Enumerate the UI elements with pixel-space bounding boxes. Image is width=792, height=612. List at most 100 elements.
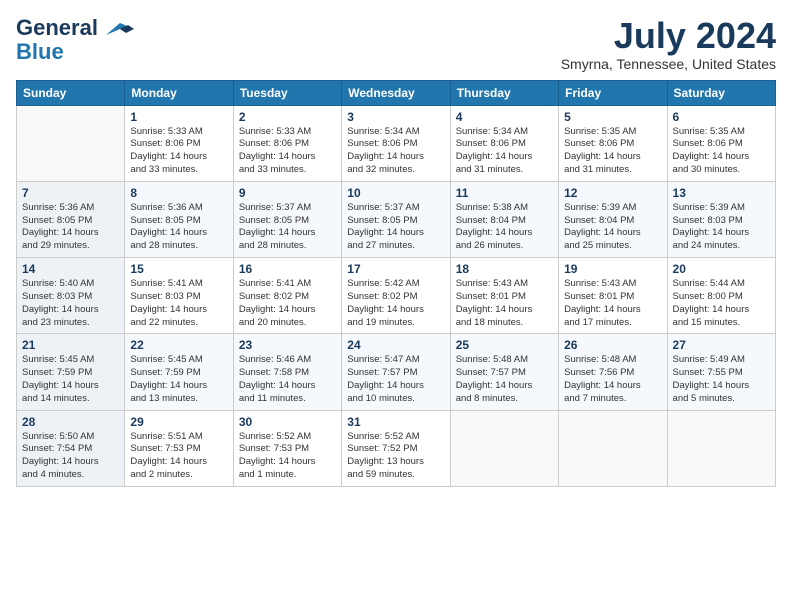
day-number: 16 (239, 262, 336, 276)
day-number: 12 (564, 186, 661, 200)
day-info: Sunrise: 5:33 AMSunset: 8:06 PMDaylight:… (239, 126, 336, 177)
day-number: 10 (347, 186, 444, 200)
calendar-cell (559, 410, 667, 486)
calendar-cell: 25Sunrise: 5:48 AMSunset: 7:57 PMDayligh… (450, 334, 558, 410)
weekday-header: Tuesday (233, 80, 341, 105)
day-number: 15 (130, 262, 227, 276)
calendar-week-row: 7 Sunrise: 5:36 AMSunset: 8:05 PMDaylight… (17, 181, 776, 257)
calendar-cell: 18 Sunrise: 5:43 AMSunset: 8:01 PMDayligh… (450, 258, 558, 334)
calendar-week-row: 21 Sunrise: 5:45 AMSunset: 7:59 PMDayligh… (17, 334, 776, 410)
day-number: 18 (456, 262, 553, 276)
weekday-header: Friday (559, 80, 667, 105)
day-number: 22 (130, 338, 227, 352)
calendar-cell: 14 Sunrise: 5:40 AMSunset: 8:03 PMDayligh… (17, 258, 125, 334)
day-number: 8 (130, 186, 227, 200)
day-info: Sunrise: 5:33 AMSunset: 8:06 PMDaylight:… (130, 126, 227, 177)
calendar-cell: 6 Sunrise: 5:35 AMSunset: 8:06 PMDaylight… (667, 105, 775, 181)
calendar-cell: 17Sunrise: 5:42 AMSunset: 8:02 PMDayligh… (342, 258, 450, 334)
day-info: Sunrise: 5:43 AMSunset: 8:01 PMDaylight:… (564, 278, 661, 329)
calendar-cell: 16 Sunrise: 5:41 AMSunset: 8:02 PMDayligh… (233, 258, 341, 334)
day-number: 29 (130, 415, 227, 429)
day-number: 27 (673, 338, 770, 352)
day-info: Sunrise: 5:52 AMSunset: 7:52 PMDaylight:… (347, 431, 444, 482)
day-number: 14 (22, 262, 119, 276)
day-info: Sunrise: 5:45 AMSunset: 7:59 PMDaylight:… (130, 354, 227, 405)
calendar-cell: 5Sunrise: 5:35 AMSunset: 8:06 PMDaylight… (559, 105, 667, 181)
day-info: Sunrise: 5:42 AMSunset: 8:02 PMDaylight:… (347, 278, 444, 329)
day-number: 5 (564, 110, 661, 124)
logo-blue: Blue (16, 40, 64, 64)
day-number: 23 (239, 338, 336, 352)
day-info: Sunrise: 5:37 AMSunset: 8:05 PMDaylight:… (239, 202, 336, 253)
day-info: Sunrise: 5:39 AMSunset: 8:04 PMDaylight:… (564, 202, 661, 253)
day-number: 26 (564, 338, 661, 352)
day-info: Sunrise: 5:50 AMSunset: 7:54 PMDaylight:… (22, 431, 119, 482)
calendar-cell: 3 Sunrise: 5:34 AMSunset: 8:06 PMDaylight… (342, 105, 450, 181)
calendar-cell: 28Sunrise: 5:50 AMSunset: 7:54 PMDayligh… (17, 410, 125, 486)
day-number: 20 (673, 262, 770, 276)
day-number: 4 (456, 110, 553, 124)
day-number: 1 (130, 110, 227, 124)
calendar-cell: 12 Sunrise: 5:39 AMSunset: 8:04 PMDayligh… (559, 181, 667, 257)
location: Smyrna, Tennessee, United States (561, 56, 776, 72)
calendar-cell (667, 410, 775, 486)
day-number: 19 (564, 262, 661, 276)
day-number: 31 (347, 415, 444, 429)
day-info: Sunrise: 5:41 AMSunset: 8:02 PMDaylight:… (239, 278, 336, 329)
calendar-cell: 23 Sunrise: 5:46 AMSunset: 7:58 PMDayligh… (233, 334, 341, 410)
calendar-week-row: 28Sunrise: 5:50 AMSunset: 7:54 PMDayligh… (17, 410, 776, 486)
day-number: 6 (673, 110, 770, 124)
day-info: Sunrise: 5:49 AMSunset: 7:55 PMDaylight:… (673, 354, 770, 405)
calendar-cell: 27 Sunrise: 5:49 AMSunset: 7:55 PMDayligh… (667, 334, 775, 410)
day-number: 30 (239, 415, 336, 429)
logo-general: General (16, 15, 98, 40)
day-number: 24 (347, 338, 444, 352)
logo: General Blue (16, 16, 134, 64)
day-number: 7 (22, 186, 119, 200)
calendar-header-row: SundayMondayTuesdayWednesdayThursdayFrid… (17, 80, 776, 105)
calendar-cell: 19 Sunrise: 5:43 AMSunset: 8:01 PMDayligh… (559, 258, 667, 334)
day-number: 9 (239, 186, 336, 200)
day-info: Sunrise: 5:38 AMSunset: 8:04 PMDaylight:… (456, 202, 553, 253)
weekday-header: Sunday (17, 80, 125, 105)
logo-bird-icon (106, 21, 134, 37)
day-info: Sunrise: 5:46 AMSunset: 7:58 PMDaylight:… (239, 354, 336, 405)
day-number: 3 (347, 110, 444, 124)
day-info: Sunrise: 5:36 AMSunset: 8:05 PMDaylight:… (130, 202, 227, 253)
calendar-cell: 11 Sunrise: 5:38 AMSunset: 8:04 PMDayligh… (450, 181, 558, 257)
calendar-cell: 31 Sunrise: 5:52 AMSunset: 7:52 PMDayligh… (342, 410, 450, 486)
calendar-cell: 4Sunrise: 5:34 AMSunset: 8:06 PMDaylight… (450, 105, 558, 181)
day-info: Sunrise: 5:37 AMSunset: 8:05 PMDaylight:… (347, 202, 444, 253)
weekday-header: Wednesday (342, 80, 450, 105)
calendar-cell: 30 Sunrise: 5:52 AMSunset: 7:53 PMDayligh… (233, 410, 341, 486)
month-title: July 2024 (561, 16, 776, 56)
calendar-table: SundayMondayTuesdayWednesdayThursdayFrid… (16, 80, 776, 487)
day-info: Sunrise: 5:40 AMSunset: 8:03 PMDaylight:… (22, 278, 119, 329)
day-info: Sunrise: 5:41 AMSunset: 8:03 PMDaylight:… (130, 278, 227, 329)
day-number: 13 (673, 186, 770, 200)
day-number: 11 (456, 186, 553, 200)
day-info: Sunrise: 5:51 AMSunset: 7:53 PMDaylight:… (130, 431, 227, 482)
day-number: 21 (22, 338, 119, 352)
calendar-cell (17, 105, 125, 181)
calendar-cell: 24 Sunrise: 5:47 AMSunset: 7:57 PMDayligh… (342, 334, 450, 410)
calendar-cell (450, 410, 558, 486)
day-info: Sunrise: 5:43 AMSunset: 8:01 PMDaylight:… (456, 278, 553, 329)
calendar-cell: 9 Sunrise: 5:37 AMSunset: 8:05 PMDaylight… (233, 181, 341, 257)
weekday-header: Monday (125, 80, 233, 105)
day-info: Sunrise: 5:34 AMSunset: 8:06 PMDaylight:… (347, 126, 444, 177)
calendar-cell: 8 Sunrise: 5:36 AMSunset: 8:05 PMDaylight… (125, 181, 233, 257)
calendar-cell: 10 Sunrise: 5:37 AMSunset: 8:05 PMDayligh… (342, 181, 450, 257)
day-number: 25 (456, 338, 553, 352)
day-info: Sunrise: 5:52 AMSunset: 7:53 PMDaylight:… (239, 431, 336, 482)
day-info: Sunrise: 5:47 AMSunset: 7:57 PMDaylight:… (347, 354, 444, 405)
calendar-cell: 22 Sunrise: 5:45 AMSunset: 7:59 PMDayligh… (125, 334, 233, 410)
calendar-week-row: 1 Sunrise: 5:33 AMSunset: 8:06 PMDaylight… (17, 105, 776, 181)
calendar-cell: 21Sunrise: 5:45 AMSunset: 7:59 PMDayligh… (17, 334, 125, 410)
calendar-cell: 1 Sunrise: 5:33 AMSunset: 8:06 PMDaylight… (125, 105, 233, 181)
title-block: July 2024 Smyrna, Tennessee, United Stat… (561, 16, 776, 72)
day-info: Sunrise: 5:44 AMSunset: 8:00 PMDaylight:… (673, 278, 770, 329)
weekday-header: Saturday (667, 80, 775, 105)
weekday-header: Thursday (450, 80, 558, 105)
day-info: Sunrise: 5:35 AMSunset: 8:06 PMDaylight:… (673, 126, 770, 177)
